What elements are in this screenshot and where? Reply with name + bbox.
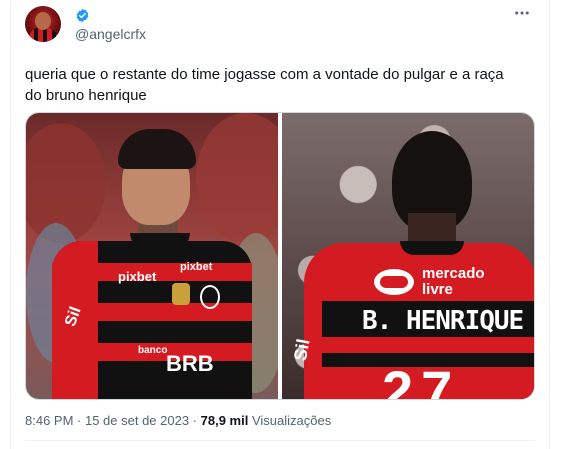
jersey-player-name: B. HENRIQUE [362,306,524,336]
photo-bruno-henrique[interactable]: mercado livre Sil B. HENRIQUE 27 [282,113,534,400]
tweet-metadata: 8:46 PM · 15 de set de 2023 · 78,9 mil V… [25,413,331,428]
jersey-number: 27 [382,359,461,400]
tweet-text-line-1: queria que o restante do time jogasse co… [25,66,504,83]
timestamp[interactable]: 8:46 PM · 15 de set de 2023 · [25,413,197,428]
jersey-sponsor-pixbet: pixbet [118,269,157,284]
tweet-text: queria que o restante do time jogasse co… [25,64,530,106]
views-label: Visualizações [251,413,332,428]
jersey-bank-name: BRB [166,351,214,376]
jersey-sponsor-line-1: mercado [422,265,485,282]
player-hair [118,129,196,169]
jersey-bank-label: banco [138,345,168,356]
jersey-sponsor-pixbet-2: pixbet [180,261,213,273]
crowd-background [196,113,278,243]
photo-pulgar[interactable]: pixbet pixbet Sil banco BRB [26,113,278,399]
jersey-sleeve-text: Sil [290,337,314,363]
avatar[interactable] [25,6,61,42]
jersey-sponsor-line-2: livre [422,281,453,298]
crest-icon [172,283,190,305]
avatar-face [35,12,51,30]
views-count: 78,9 mil [200,413,249,428]
divider [25,440,535,441]
more-options-icon[interactable] [511,4,533,24]
verified-badge-icon [76,8,89,23]
handshake-icon-inner [380,276,408,288]
avatar-shirt [29,28,57,42]
crowd-background [26,123,106,243]
tweet-media[interactable]: pixbet pixbet Sil banco BRB mercado livr… [25,112,535,400]
jersey-collar [400,241,464,255]
tweet-text-line-2: do bruno henrique [25,87,147,104]
jersey-collar [130,233,190,249]
tweet-card[interactable]: @angelcrfx queria que o restante do time… [10,0,550,449]
club-logo-icon [200,285,220,309]
user-handle[interactable]: @angelcrfx [75,26,146,42]
